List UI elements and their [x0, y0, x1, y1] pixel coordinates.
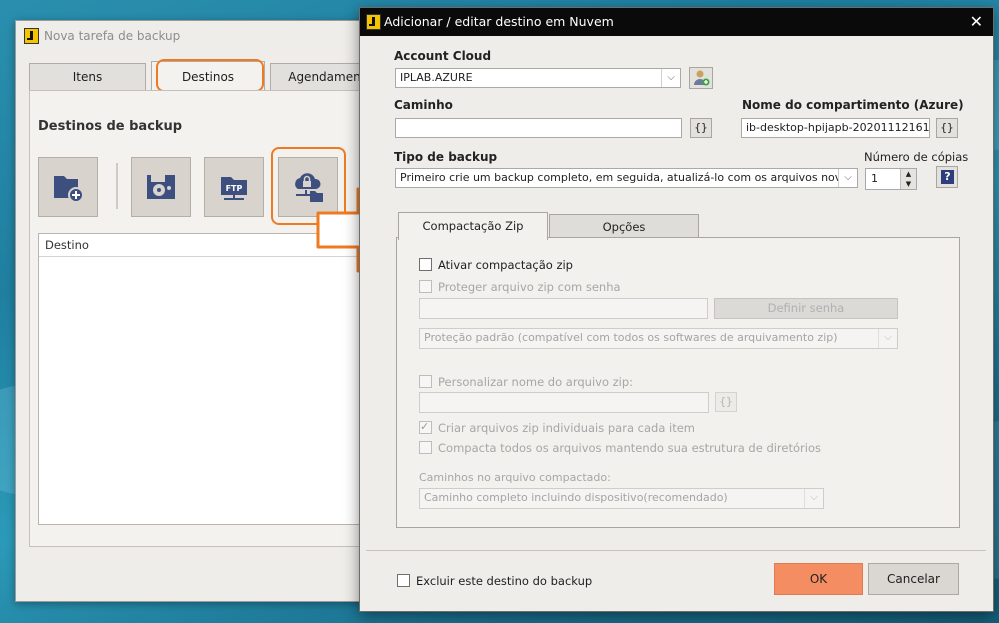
custom-zip-name-checkbox[interactable]: Personalizar nome do arquivo zip: — [419, 374, 633, 390]
ftp-icon: FTP — [221, 177, 247, 200]
help-icon: ? — [941, 170, 954, 184]
backup-type-value: Primeiro crie um backup completo, em seg… — [400, 171, 857, 184]
checkbox-box — [419, 258, 432, 271]
zip-paths-select[interactable]: Caminho completo incluindo dispositivo(r… — [419, 488, 824, 509]
chevron-down-icon: ⌵ — [661, 69, 680, 87]
individual-zip-checkbox[interactable]: ✓ Criar arquivos zip individuais para cad… — [419, 420, 695, 436]
checkbox-box — [397, 574, 410, 587]
copies-label: Número de cópias — [864, 150, 969, 164]
backup-type-label: Tipo de backup — [394, 150, 498, 164]
disk-destination-button[interactable] — [131, 157, 191, 217]
destinos-heading: Destinos de backup — [38, 119, 183, 134]
zip-protection-value: Proteção padrão (compatível com todos os… — [424, 331, 838, 344]
chevron-down-icon: ⌵ — [878, 329, 897, 348]
destination-list[interactable]: Destino — [38, 233, 380, 525]
tab-itens[interactable]: Itens — [29, 63, 146, 91]
checkmark-icon: ✓ — [420, 420, 430, 433]
app-logo-icon — [366, 14, 381, 30]
account-cloud-label: Account Cloud — [394, 49, 492, 63]
zip-protection-select[interactable]: Proteção padrão (compatível com todos os… — [419, 328, 898, 349]
cancel-button[interactable]: Cancelar — [868, 563, 959, 595]
checkbox-box — [419, 375, 432, 388]
zip-paths-label: Caminhos no arquivo compactado: — [419, 471, 611, 484]
caminho-label: Caminho — [394, 98, 453, 112]
backup-task-window: Nova tarefa de backup Itens Destinos Age… — [15, 20, 392, 602]
checkbox-box: ✓ — [419, 420, 432, 434]
add-folder-destination-button[interactable] — [38, 157, 98, 217]
zip-options-panel: Ativar compactação zip Proteger arquivo … — [396, 237, 960, 528]
container-name-label: Nome do compartimento (Azure) — [742, 98, 964, 112]
copies-value: 1 — [871, 172, 878, 185]
backup-task-title: Nova tarefa de backup — [44, 29, 181, 43]
container-variables-button[interactable]: {} — [936, 118, 958, 138]
ftp-destination-button[interactable]: FTP — [204, 157, 264, 217]
chevron-down-icon: ⌵ — [838, 169, 857, 187]
disk-icon — [147, 175, 175, 199]
button-divider — [116, 163, 118, 209]
zip-paths-value: Caminho completo incluindo dispositivo(r… — [424, 491, 728, 504]
user-add-icon — [694, 70, 710, 86]
tab-compactacao-zip[interactable]: Compactação Zip — [398, 212, 548, 240]
help-button[interactable]: ? — [936, 166, 958, 188]
destinos-tab-highlight — [156, 59, 264, 92]
custom-zip-name-input[interactable] — [419, 392, 709, 413]
account-manager-button[interactable] — [689, 67, 713, 89]
protect-zip-checkbox[interactable]: Proteger arquivo zip com senha — [419, 279, 621, 295]
exclude-destination-checkbox[interactable]: Excluir este destino do backup — [397, 573, 592, 589]
chevron-down-icon: ⌵ — [804, 489, 823, 508]
app-logo-icon — [24, 28, 39, 44]
checkbox-box — [419, 280, 432, 293]
backup-type-select[interactable]: Primeiro crie um backup completo, em seg… — [395, 168, 858, 188]
tab-opcoes[interactable]: Opções — [549, 214, 699, 239]
footer-divider — [366, 550, 986, 551]
caminho-variables-button[interactable]: {} — [690, 118, 712, 138]
cloud-destination-dialog: Adicionar / editar destino em Nuvem ✕ Ac… — [359, 7, 994, 612]
account-cloud-select[interactable]: IPLAB.AZURE ⌵ — [395, 68, 681, 88]
keep-structure-checkbox[interactable]: Compacta todos os arquivos mantendo sua … — [419, 440, 821, 456]
zip-password-input[interactable] — [419, 298, 708, 319]
container-name-input[interactable]: ib-desktop-hpijapb-20201112161321 — [741, 118, 930, 138]
zip-name-variables-button[interactable]: {} — [715, 392, 737, 412]
enable-zip-checkbox[interactable]: Ativar compactação zip — [419, 257, 573, 273]
stepper-down-icon[interactable]: ▼ — [900, 179, 916, 189]
dialog-title: Adicionar / editar destino em Nuvem — [384, 14, 614, 29]
caminho-input[interactable] — [395, 118, 682, 138]
backup-task-title-bar: Nova tarefa de backup — [16, 21, 391, 51]
account-cloud-value: IPLAB.AZURE — [400, 71, 473, 84]
set-password-button[interactable]: Definir senha — [714, 298, 898, 319]
checkbox-box — [419, 441, 432, 454]
copies-stepper[interactable]: 1 ▲ ▼ — [865, 168, 917, 190]
ok-button[interactable]: OK — [774, 563, 863, 595]
ftp-label: FTP — [226, 184, 243, 193]
dialog-title-bar: Adicionar / editar destino em Nuvem ✕ — [360, 8, 993, 36]
add-folder-icon — [54, 176, 84, 203]
close-icon[interactable]: ✕ — [970, 8, 983, 36]
